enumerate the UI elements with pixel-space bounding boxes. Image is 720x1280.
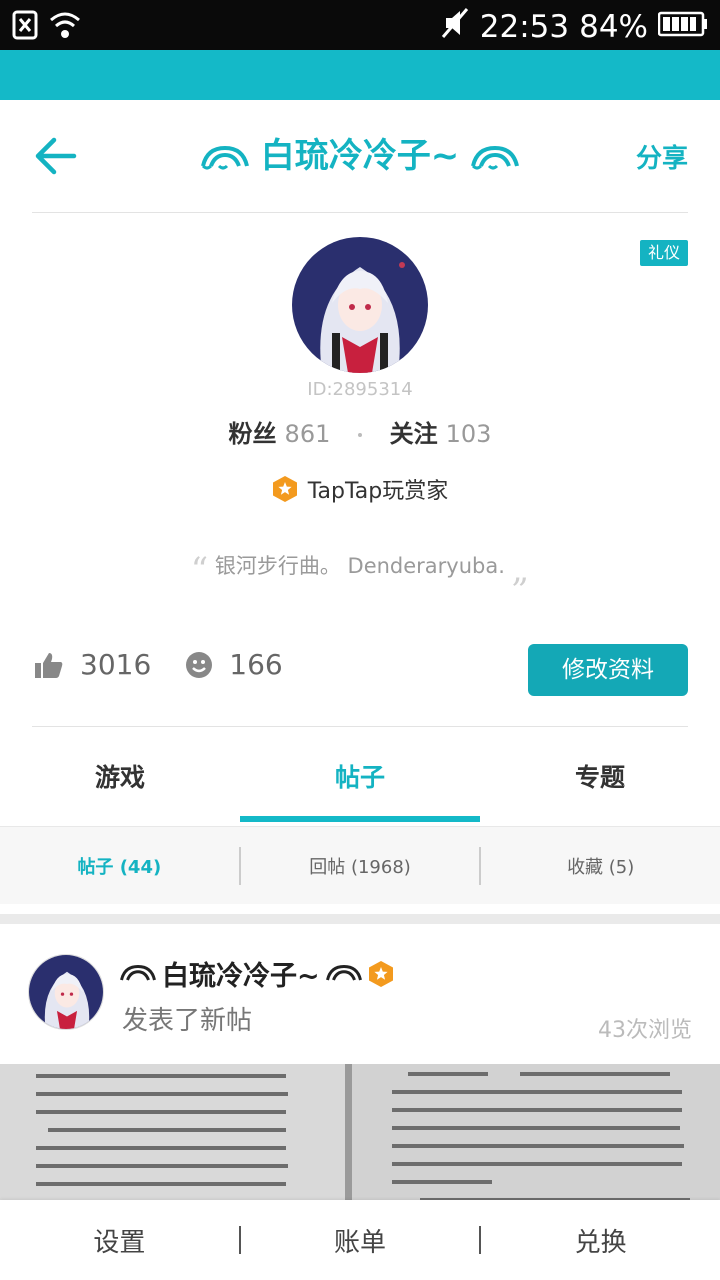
following-count: 103 xyxy=(445,420,492,448)
open-quote-icon: “ xyxy=(190,550,209,590)
battery-icon xyxy=(657,9,708,45)
hexagon-star-icon xyxy=(272,476,297,502)
user-id: ID:2895314 xyxy=(307,379,413,400)
swirl-decoration-icon xyxy=(120,964,156,981)
fans-stat[interactable]: 粉丝 861 xyxy=(229,420,331,448)
following-stat[interactable]: 关注 103 xyxy=(390,420,492,448)
post-author-name[interactable]: 白琉冷冷子~ xyxy=(120,954,394,993)
separator-dot xyxy=(358,433,362,437)
battery-percent: 84% xyxy=(579,9,648,45)
sim-off-icon xyxy=(12,10,38,44)
back-button[interactable] xyxy=(34,136,78,176)
swirl-decoration-icon xyxy=(471,145,520,169)
swirl-decoration-icon xyxy=(200,145,249,169)
smiles-count: 166 xyxy=(229,648,283,681)
post-card[interactable]: 白琉冷冷子~ 发表了新帖 43次浏览 xyxy=(0,914,720,1214)
quote-text: 银河步行曲。 Denderaryuba. xyxy=(214,554,505,578)
bills-button[interactable]: 账单 xyxy=(241,1222,480,1259)
subtab-favorites[interactable]: 收藏 (5) xyxy=(481,853,720,879)
author-name-text: 白琉冷冷子~ xyxy=(162,961,320,992)
follow-stats: 粉丝 861 关注 103 xyxy=(0,414,720,449)
divider xyxy=(32,212,688,213)
subtab-posts[interactable]: 帖子 (44) xyxy=(0,853,239,879)
arrow-left-icon xyxy=(35,137,77,175)
post-views: 43次浏览 xyxy=(598,1018,692,1043)
edit-profile-button[interactable]: 修改资料 xyxy=(528,644,688,696)
tab-topics[interactable]: 专题 xyxy=(480,728,720,822)
thumbs-up-icon xyxy=(35,652,63,678)
avatar[interactable] xyxy=(292,237,428,373)
mute-icon xyxy=(440,6,470,48)
profile-header: 白琉冷冷子~ 分享 xyxy=(0,100,720,212)
bottom-bar: 设置 账单 兑换 xyxy=(0,1200,720,1280)
divider xyxy=(32,726,688,727)
redeem-button[interactable]: 兑换 xyxy=(481,1222,720,1259)
status-time: 22:53 xyxy=(479,9,570,45)
book-photo xyxy=(0,1064,720,1214)
rank-text: TapTap玩赏家 xyxy=(307,479,449,504)
fans-count: 861 xyxy=(284,420,331,448)
post-image-book-pages[interactable] xyxy=(0,1064,720,1214)
etiquette-badge[interactable]: 礼仪 xyxy=(640,240,688,266)
smile-icon xyxy=(186,651,213,678)
close-quote-icon: „ xyxy=(511,550,530,590)
profile-tabs: 游戏 帖子 专题 xyxy=(0,728,720,822)
title-text: 白琉冷冷子~ xyxy=(260,136,460,176)
stats-row: 3016 166 xyxy=(34,648,283,681)
header-band xyxy=(0,50,720,100)
following-label: 关注 xyxy=(389,420,438,448)
rank-title: TapTap玩赏家 xyxy=(0,473,720,505)
post-subtabs: 帖子 (44) 回帖 (1968) 收藏 (5) xyxy=(0,826,720,904)
likes-count: 3016 xyxy=(80,648,152,681)
tab-posts[interactable]: 帖子 xyxy=(240,728,480,822)
wifi-icon xyxy=(48,10,82,44)
post-action-text: 发表了新帖 xyxy=(122,1006,253,1036)
fans-label: 粉丝 xyxy=(228,420,277,448)
status-bar: 22:53 84% xyxy=(0,0,720,50)
subtab-replies[interactable]: 回帖 (1968) xyxy=(241,853,480,879)
avatar-image xyxy=(29,955,103,1029)
hexagon-star-icon xyxy=(368,960,393,987)
settings-button[interactable]: 设置 xyxy=(0,1222,239,1259)
swirl-decoration-icon xyxy=(325,964,362,981)
signature-quote: “ 银河步行曲。 Denderaryuba. „ xyxy=(0,550,720,590)
share-button[interactable]: 分享 xyxy=(636,138,688,175)
tab-games[interactable]: 游戏 xyxy=(0,728,240,822)
post-author-avatar[interactable] xyxy=(28,954,104,1030)
avatar-image xyxy=(292,237,428,373)
page-title: 白琉冷冷子~ xyxy=(140,128,580,177)
